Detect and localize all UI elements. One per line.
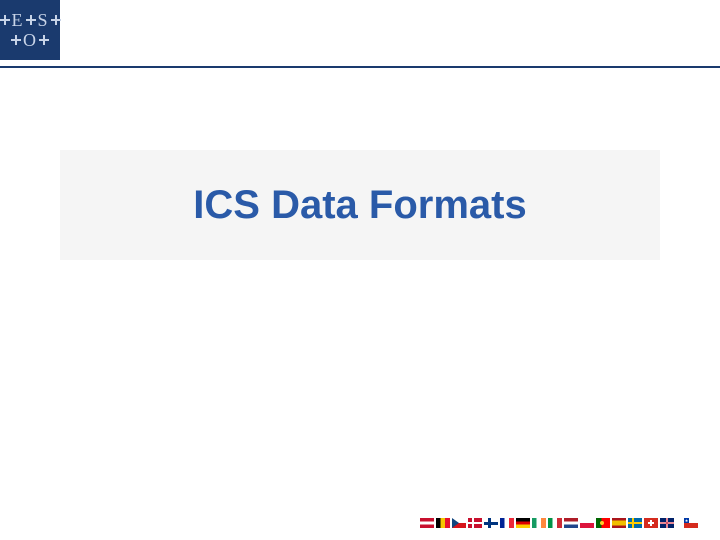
flag-dnk-icon [468, 518, 482, 528]
logo-letter-e: E [12, 11, 24, 29]
flag-spacer [676, 518, 682, 528]
flag-fra-icon [500, 518, 514, 528]
slide-title: ICS Data Formats [193, 183, 526, 228]
flag-esp-icon [612, 518, 626, 528]
flag-gbr-icon [660, 518, 674, 528]
flag-aut-icon [420, 518, 434, 528]
flag-fin-icon [484, 518, 498, 528]
flag-pol-icon [580, 518, 594, 528]
logo-letter-s: S [38, 11, 49, 29]
star-icon [39, 35, 49, 45]
header: E S O [0, 0, 720, 68]
flag-bel-icon [436, 518, 450, 528]
eso-logo: E S O [0, 0, 60, 60]
star-icon [11, 35, 21, 45]
flag-prt-icon [596, 518, 610, 528]
flag-cze-icon [452, 518, 466, 528]
star-icon [0, 15, 10, 25]
star-icon [26, 15, 36, 25]
flag-chl-icon [684, 518, 698, 528]
eso-logo-row1: E S [0, 11, 61, 29]
logo-letter-o: O [23, 31, 37, 49]
title-band: ICS Data Formats [60, 150, 660, 260]
flag-swe-icon [628, 518, 642, 528]
flag-ita-icon [548, 518, 562, 528]
flag-che-icon [644, 518, 658, 528]
flag-irl-icon [532, 518, 546, 528]
eso-logo-row2: O [11, 31, 49, 49]
flag-nld-icon [564, 518, 578, 528]
star-icon [51, 15, 61, 25]
flag-deu-icon [516, 518, 530, 528]
footer-flags [420, 518, 698, 528]
